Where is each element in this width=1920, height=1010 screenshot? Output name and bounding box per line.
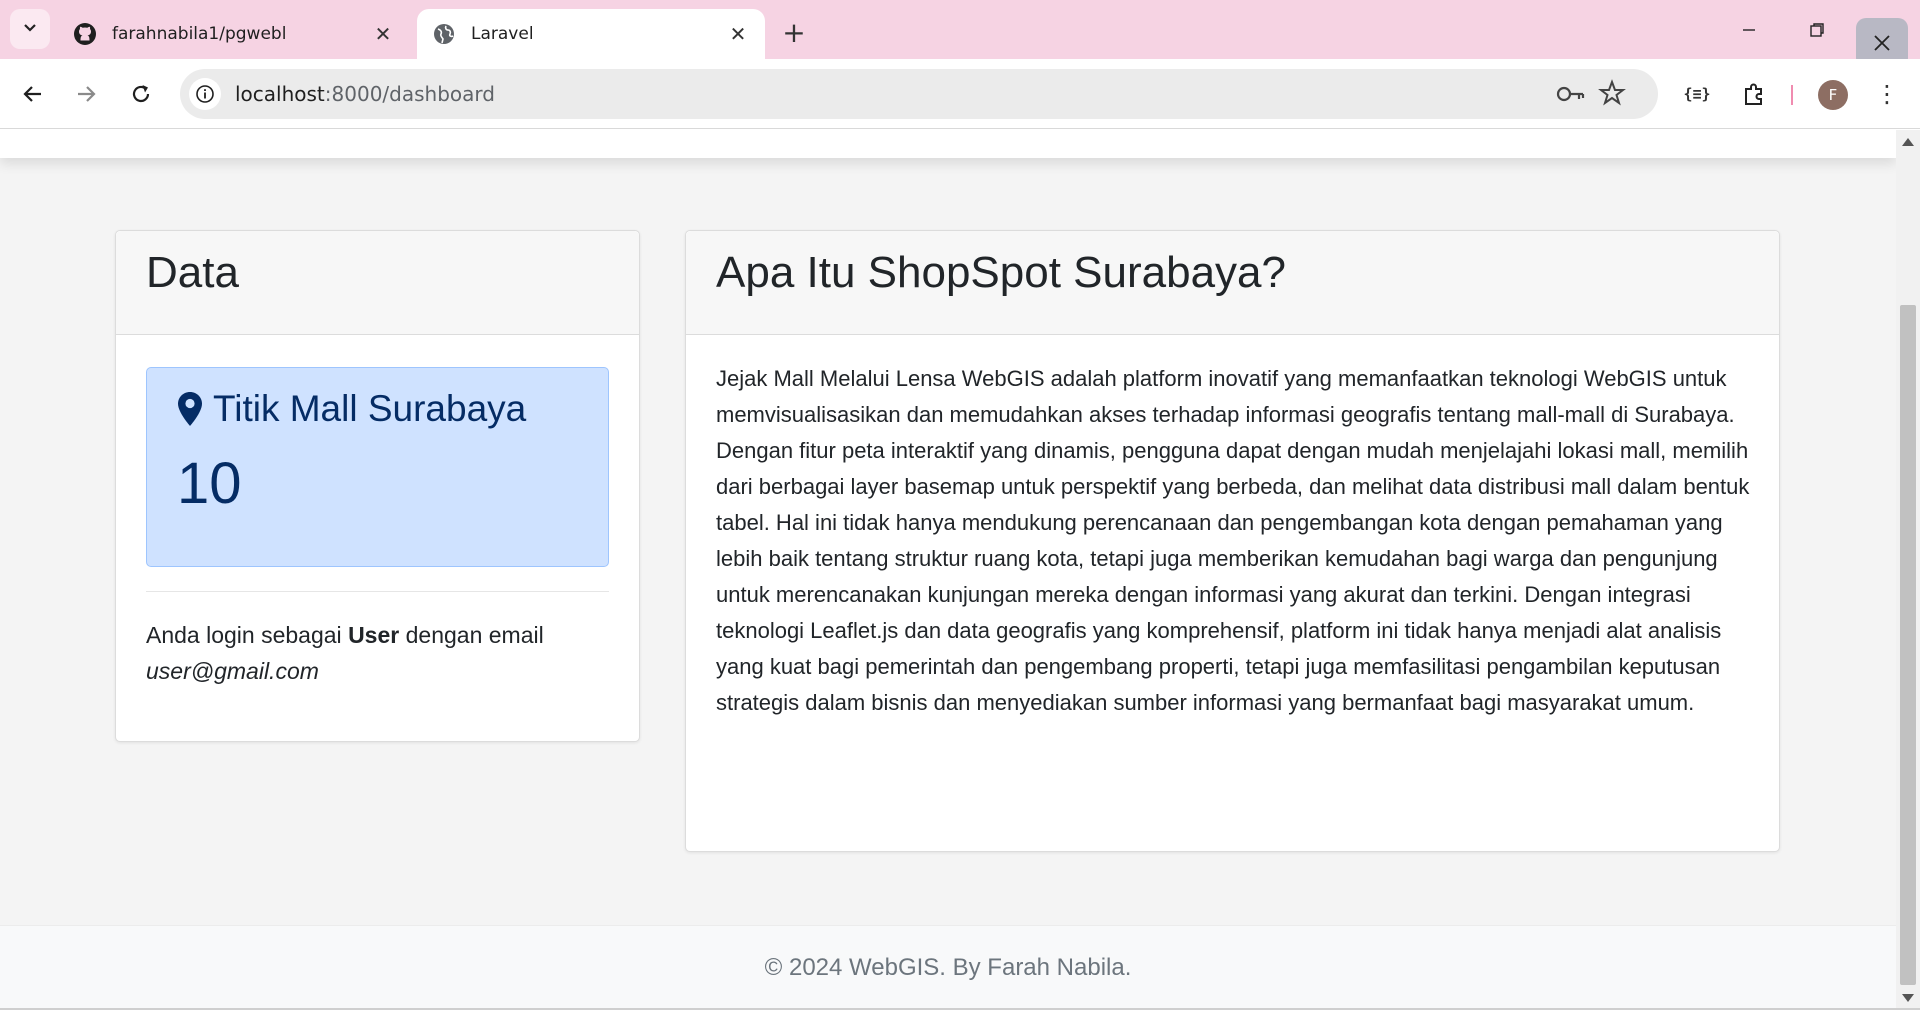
- chevron-down-icon: [22, 19, 38, 39]
- reload-icon[interactable]: [123, 76, 159, 112]
- stat-label: Titik Mall Surabaya: [213, 388, 527, 429]
- scroll-up-arrow-icon[interactable]: [1902, 138, 1914, 146]
- back-icon[interactable]: [15, 76, 51, 112]
- about-card-title: Apa Itu ShopSpot Surabaya?: [686, 231, 1779, 335]
- stat-value: 10: [177, 451, 242, 516]
- page-footer: © 2024 WebGIS. By Farah Nabila.: [0, 925, 1896, 1010]
- tab-title: Laravel: [471, 24, 534, 44]
- tab-github[interactable]: farahnabila1/pgwebl ✕: [58, 9, 410, 59]
- mall-count-stat: Titik Mall Surabaya 10: [146, 367, 609, 567]
- json-formatter-extension-icon[interactable]: {≡}: [1679, 76, 1715, 112]
- profile-avatar[interactable]: F: [1818, 80, 1848, 110]
- scroll-down-arrow-icon[interactable]: [1902, 994, 1914, 1002]
- map-marker-icon: [177, 391, 203, 427]
- login-middle: dengan email: [405, 622, 544, 648]
- globe-icon: [431, 21, 457, 47]
- kebab-menu-icon[interactable]: ⋮: [1869, 76, 1905, 112]
- login-info: Anda login sebagai User dengan email use…: [146, 617, 609, 689]
- tab-strip: farahnabila1/pgwebl ✕ Laravel ✕ +: [0, 0, 1920, 68]
- password-key-icon[interactable]: [1555, 80, 1585, 112]
- login-prefix: Anda login sebagai: [146, 622, 342, 648]
- page-scrollbar[interactable]: [1896, 130, 1920, 1010]
- data-card-title: Data: [116, 231, 639, 335]
- tab-search-button[interactable]: [10, 9, 50, 49]
- toolbar-separator: [1791, 85, 1793, 105]
- about-description: Jejak Mall Melalui Lensa WebGIS adalah p…: [716, 366, 1750, 715]
- url-text[interactable]: localhost:8000/dashboard: [235, 82, 495, 106]
- login-role: User: [348, 622, 400, 648]
- minimize-icon[interactable]: [1726, 10, 1772, 50]
- new-tab-button[interactable]: +: [776, 14, 812, 50]
- tab-title: farahnabila1/pgwebl: [112, 24, 287, 44]
- site-info-icon[interactable]: [189, 78, 221, 110]
- stat-title: Titik Mall Surabaya: [177, 388, 526, 430]
- forward-icon[interactable]: [68, 76, 104, 112]
- url-host: localhost: [235, 82, 325, 106]
- github-icon: [72, 21, 98, 47]
- divider: [146, 591, 609, 592]
- page-viewport: Data Titik Mall Surabaya 10 Anda login s…: [0, 130, 1896, 1010]
- bookmark-star-icon[interactable]: [1598, 79, 1626, 111]
- page-navbar: [0, 130, 1896, 158]
- close-icon[interactable]: ✕: [725, 21, 751, 47]
- tab-laravel[interactable]: Laravel ✕: [417, 9, 765, 59]
- address-bar[interactable]: localhost:8000/dashboard: [180, 69, 1658, 119]
- extensions-puzzle-icon[interactable]: [1736, 76, 1772, 112]
- close-icon[interactable]: ✕: [370, 21, 396, 47]
- browser-toolbar: localhost:8000/dashboard {≡} F ⋮: [0, 59, 1920, 129]
- scroll-thumb[interactable]: [1900, 305, 1916, 985]
- footer-text: © 2024 WebGIS. By Farah Nabila.: [764, 954, 1132, 981]
- restore-icon[interactable]: [1794, 10, 1840, 50]
- about-card: Apa Itu ShopSpot Surabaya? Jejak Mall Me…: [685, 230, 1780, 852]
- login-email: user@gmail.com: [146, 658, 319, 684]
- data-card: Data Titik Mall Surabaya 10 Anda login s…: [115, 230, 640, 742]
- url-path: :8000/dashboard: [324, 82, 495, 106]
